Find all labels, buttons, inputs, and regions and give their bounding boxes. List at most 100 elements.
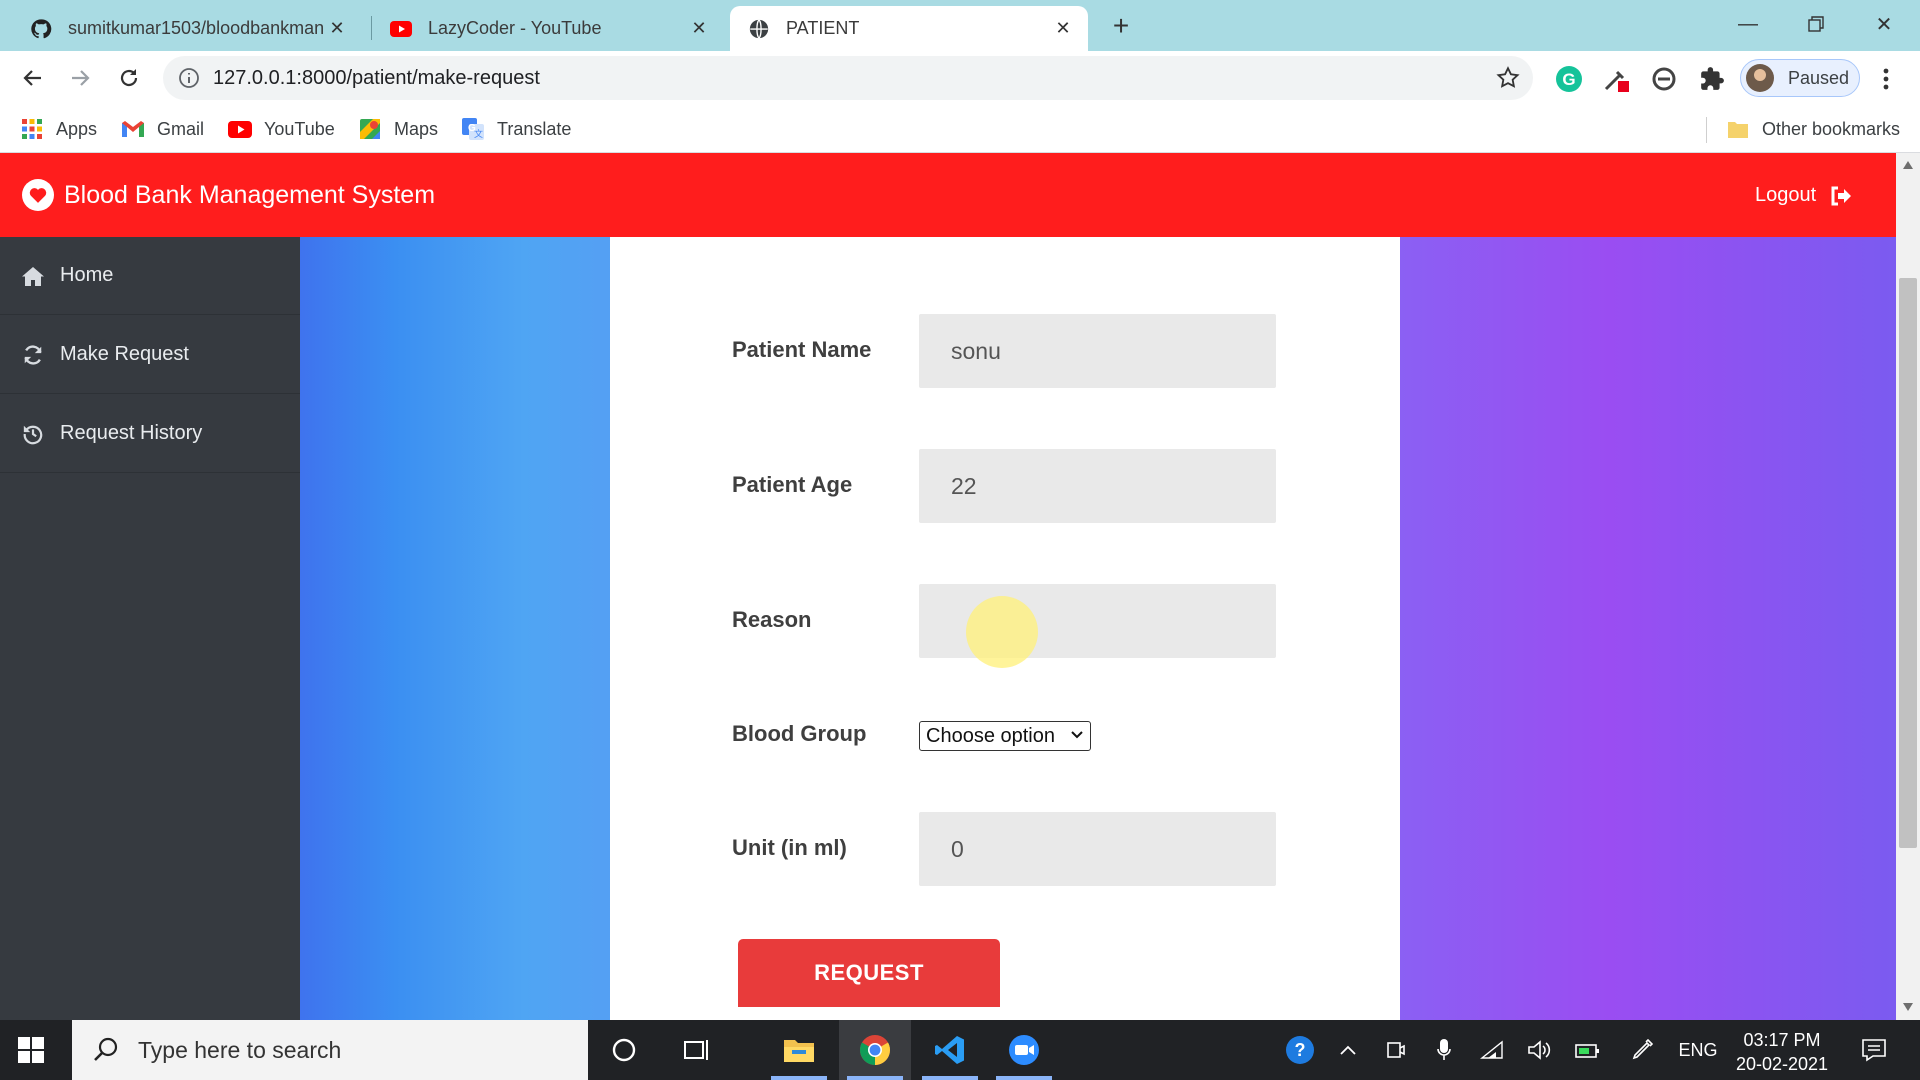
blood-group-select[interactable]: Choose option bbox=[919, 721, 1091, 751]
color-picker-extension-icon[interactable] bbox=[1601, 64, 1631, 94]
taskbar-search-placeholder: Type here to search bbox=[138, 1036, 342, 1063]
reason-input[interactable] bbox=[919, 584, 1276, 658]
heart-icon bbox=[22, 179, 54, 211]
bookmark-star-icon[interactable] bbox=[1495, 65, 1521, 91]
scrollbar-thumb[interactable] bbox=[1899, 278, 1917, 848]
home-icon bbox=[20, 263, 46, 289]
windows-start-icon[interactable] bbox=[18, 1037, 44, 1063]
vscode-icon[interactable] bbox=[914, 1020, 986, 1080]
sidebar-item-request-history[interactable]: Request History bbox=[0, 395, 300, 473]
extensions-puzzle-icon[interactable] bbox=[1697, 64, 1727, 94]
app-title: Blood Bank Management System bbox=[64, 180, 436, 209]
youtube-icon bbox=[390, 18, 412, 40]
svg-text:G: G bbox=[1562, 70, 1575, 89]
bookmark-youtube[interactable]: YouTube bbox=[228, 117, 335, 141]
close-icon[interactable]: ✕ bbox=[1052, 18, 1074, 40]
clock-date: 20-02-2021 bbox=[1735, 1054, 1829, 1074]
file-explorer-icon[interactable] bbox=[763, 1020, 835, 1080]
bookmark-label: YouTube bbox=[264, 118, 335, 139]
scroll-up-arrow-icon[interactable] bbox=[1902, 160, 1914, 170]
sync-extension-icon[interactable] bbox=[1649, 64, 1679, 94]
bookmark-label: Translate bbox=[497, 118, 572, 139]
language-indicator[interactable]: ENG bbox=[1670, 1020, 1726, 1080]
unit-label: Unit (in ml) bbox=[732, 835, 847, 860]
sidebar-item-label: Request History bbox=[60, 422, 203, 444]
restore-button[interactable] bbox=[1786, 6, 1846, 42]
sidebar-item-make-request[interactable]: Make Request bbox=[0, 316, 300, 394]
close-icon[interactable]: ✕ bbox=[326, 18, 348, 40]
refresh-icon bbox=[20, 342, 46, 368]
window-close-button[interactable]: ✕ bbox=[1854, 6, 1914, 42]
bookmark-apps[interactable]: Apps bbox=[20, 117, 97, 141]
browser-tab-strip: sumitkumar1503/bloodbankman ✕ LazyCoder … bbox=[0, 0, 1920, 51]
youtube-icon bbox=[228, 117, 252, 141]
logout-link[interactable]: Logout bbox=[1755, 184, 1852, 207]
back-button[interactable] bbox=[16, 61, 50, 95]
pen-icon[interactable] bbox=[1622, 1020, 1662, 1080]
maps-icon bbox=[358, 117, 382, 141]
globe-icon bbox=[748, 18, 770, 40]
tab-youtube[interactable]: LazyCoder - YouTube ✕ bbox=[372, 6, 724, 51]
bookmark-gmail[interactable]: Gmail bbox=[121, 117, 204, 141]
folder-icon bbox=[1726, 117, 1750, 141]
page-viewport: Blood Bank Management System Logout Home… bbox=[0, 153, 1896, 1020]
profile-status: Paused bbox=[1788, 67, 1850, 88]
help-icon[interactable]: ? bbox=[1280, 1020, 1320, 1080]
volume-icon[interactable] bbox=[1520, 1020, 1560, 1080]
search-icon bbox=[94, 1037, 118, 1061]
avatar bbox=[1746, 64, 1774, 92]
tab-github[interactable]: sumitkumar1503/bloodbankman ✕ bbox=[12, 6, 362, 51]
reload-button[interactable] bbox=[112, 61, 146, 95]
taskbar-clock[interactable]: 03:17 PM 20-02-2021 bbox=[1722, 1028, 1842, 1076]
apps-grid-icon bbox=[20, 117, 44, 141]
wifi-icon[interactable] bbox=[1472, 1020, 1512, 1080]
browser-menu-icon[interactable] bbox=[1876, 65, 1896, 93]
info-icon[interactable] bbox=[177, 66, 201, 90]
translate-icon: G文 bbox=[461, 117, 485, 141]
request-button[interactable]: REQUEST bbox=[738, 939, 1000, 1007]
unit-input[interactable]: 0 bbox=[919, 812, 1276, 886]
close-icon[interactable]: ✕ bbox=[688, 18, 710, 40]
meet-now-icon[interactable] bbox=[1376, 1020, 1416, 1080]
sidebar: Home Make Request Request History bbox=[0, 237, 300, 1020]
task-view-icon[interactable] bbox=[660, 1020, 732, 1080]
chevron-up-icon[interactable] bbox=[1328, 1020, 1368, 1080]
microphone-icon[interactable] bbox=[1424, 1020, 1464, 1080]
url-text: 127.0.0.1:8000/patient/make-request bbox=[213, 67, 540, 89]
blood-group-selected: Choose option bbox=[926, 724, 1055, 747]
logout-label: Logout bbox=[1755, 184, 1817, 206]
profile-button[interactable]: Paused bbox=[1740, 59, 1860, 97]
app-header: Blood Bank Management System Logout bbox=[0, 153, 1896, 237]
forward-button[interactable] bbox=[63, 61, 97, 95]
bookmark-label: Maps bbox=[394, 118, 439, 139]
taskbar: Type here to search ? ENG 03:17 PM 20-02… bbox=[0, 1020, 1920, 1080]
grammarly-icon[interactable]: G bbox=[1554, 64, 1584, 94]
patient-age-input[interactable]: 22 bbox=[919, 449, 1276, 523]
sidebar-item-home[interactable]: Home bbox=[0, 237, 300, 315]
cortana-icon[interactable] bbox=[588, 1020, 660, 1080]
new-tab-button[interactable]: + bbox=[1106, 12, 1136, 42]
taskbar-search-box[interactable]: Type here to search bbox=[72, 1020, 588, 1080]
logout-icon bbox=[1831, 186, 1852, 205]
gmail-icon bbox=[121, 117, 145, 141]
sidebar-item-label: Make Request bbox=[60, 343, 189, 365]
chevron-down-icon bbox=[1071, 731, 1083, 739]
minimize-button[interactable]: — bbox=[1718, 6, 1778, 42]
chrome-icon[interactable] bbox=[839, 1020, 911, 1080]
tab-patient[interactable]: PATIENT ✕ bbox=[730, 6, 1088, 51]
address-bar[interactable]: 127.0.0.1:8000/patient/make-request bbox=[163, 56, 1533, 100]
brand[interactable]: Blood Bank Management System bbox=[22, 179, 435, 211]
bookmark-maps[interactable]: Maps bbox=[358, 117, 438, 141]
patient-name-input[interactable]: sonu bbox=[919, 314, 1276, 388]
blood-group-label: Blood Group bbox=[732, 721, 867, 746]
other-bookmarks[interactable]: Other bookmarks bbox=[1726, 117, 1900, 141]
reason-label: Reason bbox=[732, 607, 812, 632]
tab-title: sumitkumar1503/bloodbankman bbox=[68, 18, 325, 38]
bookmark-translate[interactable]: G文 Translate bbox=[461, 117, 571, 141]
scroll-down-arrow-icon[interactable] bbox=[1902, 1002, 1914, 1012]
zoom-icon[interactable] bbox=[988, 1020, 1060, 1080]
notifications-icon[interactable] bbox=[1852, 1020, 1896, 1080]
svg-text:?: ? bbox=[1295, 1040, 1306, 1060]
battery-icon[interactable] bbox=[1568, 1020, 1608, 1080]
tab-title: LazyCoder - YouTube bbox=[428, 18, 602, 38]
